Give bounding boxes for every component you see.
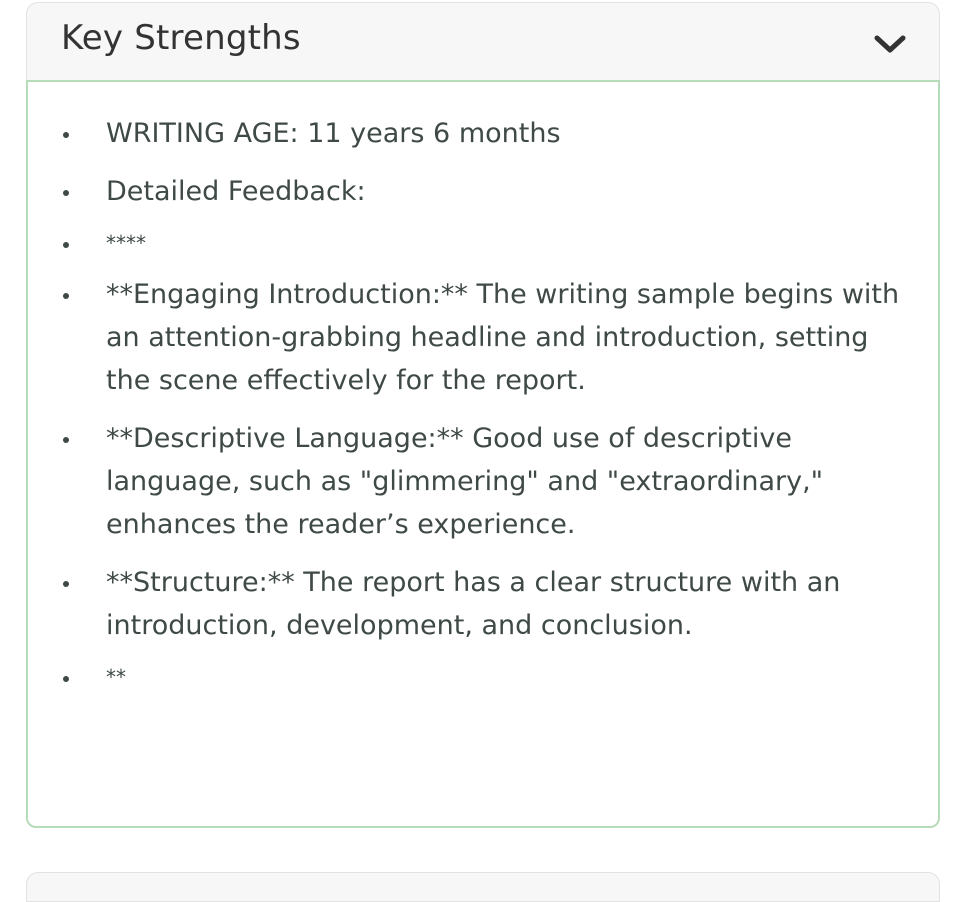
accordion-header[interactable]: Key Strengths [26,2,940,80]
list-item: ** [58,662,908,692]
list-item: **Descriptive Language:** Good use of de… [58,417,908,546]
list-item: **** [58,228,908,258]
list-item: WRITING AGE: 11 years 6 months [58,112,908,155]
feedback-list: WRITING AGE: 11 years 6 months Detailed … [58,112,908,692]
list-item: Detailed Feedback: [58,170,908,213]
key-strengths-accordion: Key Strengths WRITING AGE: 11 years 6 mo… [26,2,940,828]
accordion-body: WRITING AGE: 11 years 6 months Detailed … [26,80,940,828]
list-item: **Engaging Introduction:** The writing s… [58,273,908,402]
next-accordion-header[interactable] [26,872,940,902]
chevron-down-icon[interactable] [873,32,907,56]
accordion-title: Key Strengths [61,17,301,58]
list-item: **Structure:** The report has a clear st… [58,561,908,647]
